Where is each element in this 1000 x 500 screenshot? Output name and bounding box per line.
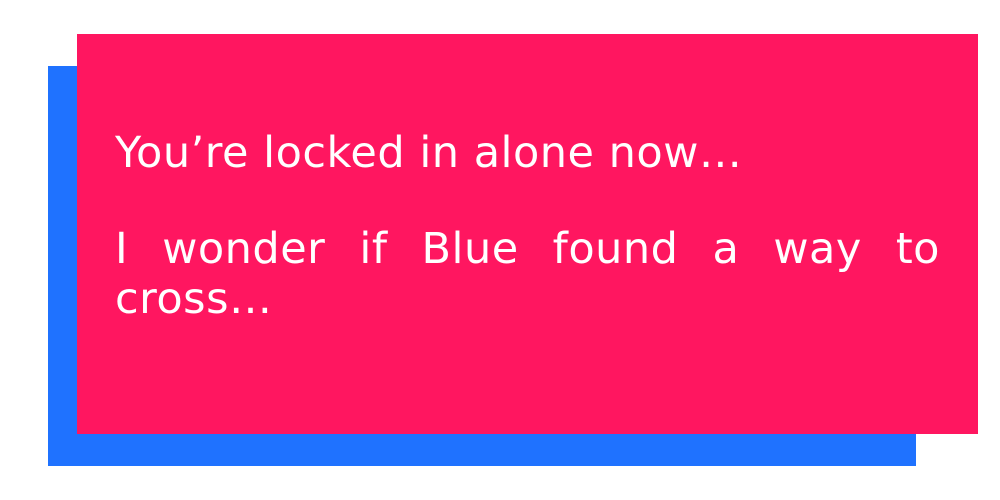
- dialog-box: You’re locked in alone now… I wonder if …: [77, 34, 978, 434]
- dialog-text-line-1: You’re locked in alone now…: [115, 128, 743, 178]
- dialog-text-line-2: I wonder if Blue found a way to cross…: [115, 224, 940, 324]
